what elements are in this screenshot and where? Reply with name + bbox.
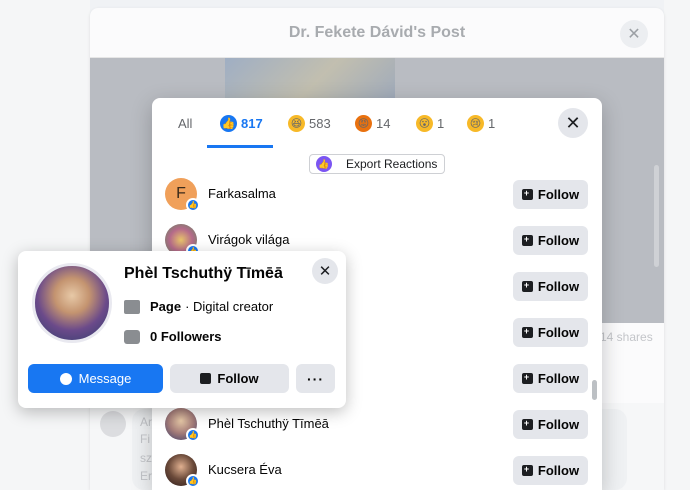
person-name[interactable]: Kucsera Éva [208,462,282,477]
comment-line-1: Fi [140,432,150,446]
reactions-close-button[interactable]: ✕ [558,108,588,138]
follow-label: Follow [537,187,580,202]
person-name[interactable]: Farkasalma [208,186,276,201]
list-item: 👍 Kucsera Éva Follow [152,448,602,490]
person-name[interactable]: Virágok világa [208,232,289,247]
tab-like[interactable]: 👍 817 [220,98,263,148]
card-follow-button[interactable]: Follow [170,364,289,393]
angry-icon: 😡 [355,114,372,132]
follow-button[interactable]: Follow [513,456,588,485]
category-label: · Digital creator [185,299,274,314]
page-label: Page [150,299,182,314]
follow-button[interactable]: Follow [513,180,588,209]
export-reactions-label: Export Reactions [346,157,438,171]
tab-active-underline [207,145,273,148]
follow-button[interactable]: Follow [513,364,588,393]
follow-label: Follow [537,279,580,294]
tab-wow-count: 1 [437,115,445,131]
shares-count[interactable]: 14 shares [600,330,653,344]
post-header: Dr. Fekete Dávid's Post ✕ [90,8,664,58]
followers-line: 0 Followers [124,329,226,344]
add-friend-icon [521,280,533,292]
tab-wow[interactable]: 😮 1 [416,98,444,148]
reactions-scrollbar[interactable] [592,380,597,400]
page-type-line: Page · Digital creator [124,299,273,314]
followers-count: 0 Followers [150,329,222,344]
add-friend-icon [200,373,212,384]
messenger-icon [59,372,72,385]
post-title: Dr. Fekete Dávid's Post [288,23,466,41]
follow-label: Follow [537,417,580,432]
add-friend-icon [521,326,533,338]
haha-icon: 😆 [288,114,305,132]
post-close-button[interactable]: ✕ [620,20,648,48]
avatar[interactable] [32,263,112,343]
followers-icon [124,329,140,344]
flag-icon [124,299,140,314]
profile-hover-card: Phèl Tschuthÿ Tīmēā ✕ Page · Digital cre… [18,251,346,408]
list-item: F 👍 Farkasalma Follow [152,172,602,218]
avatar-initial: F [176,185,186,202]
add-friend-icon [521,418,533,430]
more-options-button[interactable]: ··· [296,364,335,393]
add-friend-icon [521,234,533,246]
add-friend-icon [521,464,533,476]
follow-label: Follow [537,371,580,386]
page-scrollbar[interactable] [654,165,659,267]
more-icon: ··· [307,370,324,387]
close-icon: ✕ [318,263,332,280]
background-right [664,0,690,490]
export-icon: 👍 [316,156,332,172]
card-name[interactable]: Phèl Tschuthÿ Tīmēā [124,265,283,283]
person-name[interactable]: Phèl Tschuthÿ Tīmēā [208,416,329,431]
close-icon: ✕ [627,26,641,43]
comment-line-3: Er [140,469,152,483]
add-friend-icon [521,372,533,384]
export-reactions-button[interactable]: 👍 Export Reactions [309,154,445,174]
sad-icon: 😢 [467,114,484,132]
follow-label: Follow [537,463,580,478]
message-label: Message [78,371,132,386]
tab-angry-count: 14 [376,115,391,131]
tab-angry[interactable]: 😡 14 [355,98,390,148]
background-left [0,0,90,490]
tab-all[interactable]: All [178,98,192,148]
tab-haha-count: 583 [309,115,331,131]
follow-button[interactable]: Follow [513,272,588,301]
close-icon: ✕ [565,112,581,133]
like-badge-icon: 👍 [186,428,200,442]
card-follow-label: Follow [217,371,259,386]
follow-button[interactable]: Follow [513,226,588,255]
tab-haha[interactable]: 😆 583 [288,98,331,148]
message-button[interactable]: Message [28,364,163,393]
tab-sad-count: 1 [488,115,496,131]
card-close-button[interactable]: ✕ [312,258,338,284]
comment-author[interactable]: Ar [140,415,152,429]
like-icon: 👍 [220,114,237,132]
reaction-tabs: All 👍 817 😆 583 😡 14 😮 1 😢 1 [152,98,602,148]
tab-all-label: All [178,115,193,131]
comment-avatar[interactable] [100,411,126,437]
follow-label: Follow [537,325,580,340]
list-item: 👍 Phèl Tschuthÿ Tīmēā Follow [152,402,602,448]
follow-button[interactable]: Follow [513,410,588,439]
follow-label: Follow [537,233,580,248]
like-badge-icon: 👍 [186,474,200,488]
comment-line-2: sz [140,451,152,465]
follow-button[interactable]: Follow [513,318,588,347]
like-badge-icon: 👍 [186,198,200,212]
wow-icon: 😮 [416,114,433,132]
add-friend-icon [521,188,533,200]
tab-sad[interactable]: 😢 1 [467,98,495,148]
tab-like-count: 817 [241,115,263,131]
